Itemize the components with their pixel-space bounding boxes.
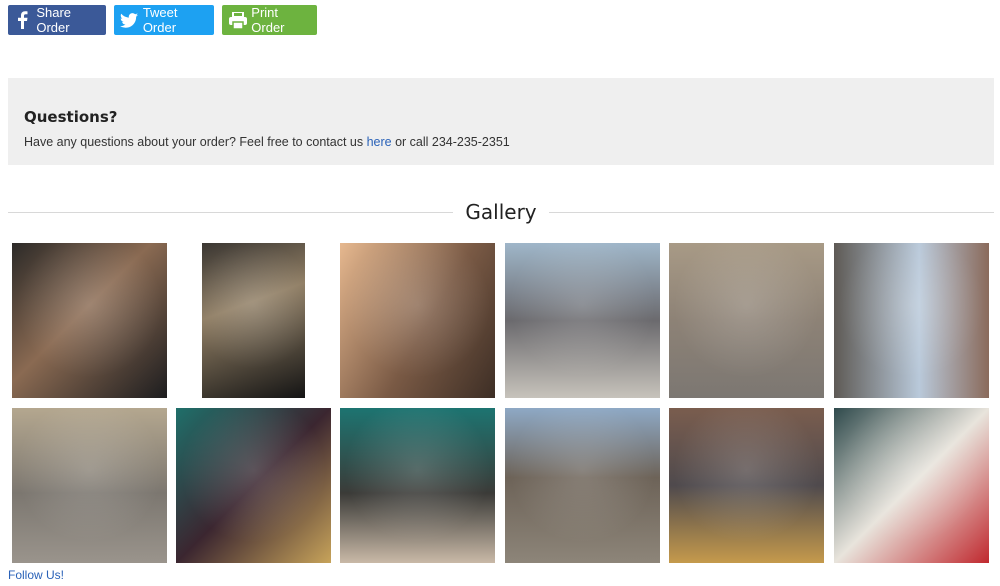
- gallery-divider-right: [548, 211, 995, 213]
- gallery-image[interactable]: [834, 408, 989, 563]
- print-order-label: Print Order: [251, 5, 285, 35]
- share-bar: Share Order Tweet Order Print Order: [8, 5, 317, 35]
- questions-text-before: Have any questions about your order? Fee…: [24, 135, 367, 149]
- contact-here-link[interactable]: here: [367, 135, 392, 149]
- follow-us-link[interactable]: Follow Us!: [8, 568, 64, 582]
- twitter-icon: [120, 9, 139, 31]
- gallery-image[interactable]: [176, 408, 331, 563]
- share-order-button[interactable]: Share Order: [8, 5, 106, 35]
- questions-text: Have any questions about your order? Fee…: [24, 135, 978, 149]
- gallery-title: Gallery: [465, 200, 537, 224]
- share-order-label: Share Order: [36, 5, 72, 35]
- questions-text-after: or call 234-235-2351: [391, 135, 510, 149]
- gallery-image[interactable]: [340, 408, 495, 563]
- gallery-image[interactable]: [340, 243, 495, 398]
- gallery-image[interactable]: [505, 408, 660, 563]
- gallery-image[interactable]: [12, 243, 167, 398]
- questions-heading: Questions?: [24, 108, 118, 126]
- tweet-order-label: Tweet Order: [142, 5, 178, 35]
- gallery-image[interactable]: [202, 243, 305, 398]
- questions-panel: Questions? Have any questions about your…: [8, 78, 994, 165]
- facebook-icon: [14, 9, 32, 31]
- gallery-image[interactable]: [12, 408, 167, 563]
- gallery-image[interactable]: [505, 243, 660, 398]
- gallery-divider-left: [8, 211, 454, 213]
- gallery-header: Gallery: [8, 198, 995, 226]
- gallery-image[interactable]: [669, 408, 824, 563]
- print-order-button[interactable]: Print Order: [222, 5, 317, 35]
- gallery-image[interactable]: [834, 243, 989, 398]
- tweet-order-button[interactable]: Tweet Order: [114, 5, 214, 35]
- gallery-image[interactable]: [669, 243, 824, 398]
- printer-icon: [228, 9, 247, 31]
